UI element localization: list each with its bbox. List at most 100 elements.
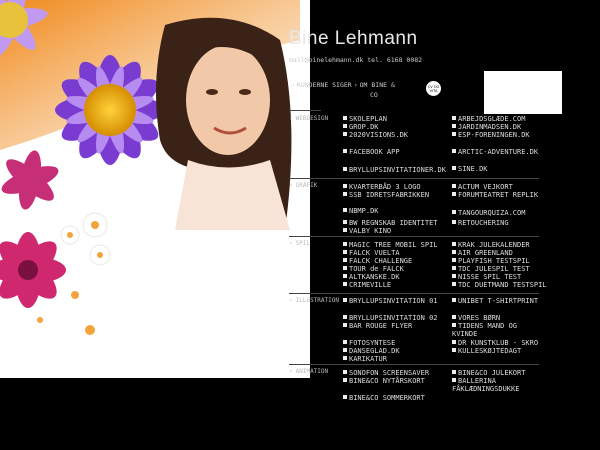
link-item[interactable]: SINE.DK — [452, 165, 488, 173]
link-label: CRIMEVILLE — [349, 281, 392, 289]
link-item[interactable]: TANGOURQUIZA.COM — [452, 209, 525, 217]
link-label: ACTUM VEJKORT — [458, 183, 513, 191]
bullet-icon — [343, 274, 347, 278]
nav-about-link-line2[interactable]: CO — [370, 91, 378, 99]
link-label: ARBEJDSGLÆDE.COM — [458, 115, 526, 123]
section-spil[interactable]: › SPIL — [289, 240, 310, 247]
link-item[interactable]: KVARTERBÅD 3 LOGO — [343, 183, 421, 191]
bullet-icon — [343, 258, 347, 262]
link-item[interactable]: VALBY KINO — [343, 227, 391, 235]
bullet-icon — [343, 242, 347, 246]
bullet-icon — [452, 378, 456, 382]
link-item[interactable]: NBMP.DK — [343, 207, 379, 215]
bullet-icon — [452, 274, 456, 278]
bullet-icon — [343, 370, 347, 374]
link-label: KVARTERBÅD 3 LOGO — [349, 183, 421, 191]
link-label: VALBY KINO — [349, 227, 392, 235]
link-item[interactable]: TDC DUETMAND TESTSPIL — [452, 281, 547, 289]
nav-customers-link[interactable]: KUNDERNE SIGER — [297, 81, 352, 89]
link-item[interactable]: BINE&CO NYTÅRSKORT — [343, 377, 425, 385]
link-item[interactable]: VORES BØRN — [452, 314, 500, 322]
link-item[interactable]: ALTKANSKE.DK — [343, 273, 400, 281]
nav-about-link[interactable]: OM BINE & — [360, 81, 395, 89]
bullet-icon — [452, 258, 456, 262]
link-label: KRAK JULEKALENDER — [458, 241, 530, 249]
section-grafik[interactable]: › GRAFIK — [289, 182, 317, 189]
bullet-icon — [343, 266, 347, 270]
section-divider — [289, 110, 321, 111]
link-item[interactable]: BRYLLUPSINVITATIONER.DK — [343, 166, 446, 174]
bullet-icon — [343, 208, 347, 212]
link-item[interactable]: 2020VISIONS.DK — [343, 131, 408, 139]
bullet-icon — [343, 167, 347, 171]
bullet-icon — [343, 378, 347, 382]
hero-image — [0, 0, 310, 378]
link-item[interactable]: BINE&CO JULEKORT — [452, 369, 525, 377]
link-item[interactable]: CRIMEVILLE — [343, 281, 391, 289]
link-label: BRYLLUPSINVITATION 01 — [349, 297, 438, 305]
bullet-icon — [343, 228, 347, 232]
link-item[interactable]: RETOUCHERING — [452, 219, 509, 227]
link-item[interactable]: FORUMTEATRET REPLIK — [452, 191, 540, 199]
link-item[interactable]: FALCK VUELTA — [343, 249, 400, 257]
link-item[interactable]: TDC JULESPIL TEST — [452, 265, 530, 273]
link-item[interactable]: TIDENS MAND OG KVINDE — [452, 322, 540, 338]
section-divider — [289, 236, 539, 237]
link-item[interactable]: FACEBOOK APP — [343, 148, 400, 156]
section-animation[interactable]: › ANIMATION — [289, 368, 328, 375]
link-label: 2020VISIONS.DK — [349, 131, 409, 139]
bullet-icon — [343, 315, 347, 319]
link-item[interactable]: BINE&CO SOMMERKORT — [343, 394, 425, 402]
bullet-icon — [452, 124, 456, 128]
link-item[interactable]: JARDINMADSEN.DK — [452, 123, 521, 131]
link-item[interactable]: ACTUM VEJKORT — [452, 183, 513, 191]
top-nav: › KUNDERNE SIGER › OM BINE & — [289, 81, 395, 89]
link-label: MAGIC TREE MOBIL SPIL — [349, 241, 438, 249]
section-label: GRAFIK — [295, 182, 318, 189]
link-item[interactable]: SSB IDRETSFABRIKKEN — [343, 191, 429, 199]
link-label: RETOUCHERING — [458, 219, 509, 227]
link-item[interactable]: ESP-FORENINGEN.DK — [452, 131, 540, 139]
link-item[interactable]: SONOFON SCREENSAVER — [343, 369, 429, 377]
bullet-icon — [452, 348, 456, 352]
link-label: BRYLLUPSINVITATION 02 — [349, 314, 438, 322]
link-item[interactable]: NISSE SPIL TEST — [452, 273, 521, 281]
link-label: DR KUNSTKLUB - SKRO — [458, 339, 539, 347]
section-illustration[interactable]: › ILLUSTRATION — [289, 297, 339, 304]
link-item[interactable]: TOUR de FALCK — [343, 265, 404, 273]
section-label: WEBDESIGN — [295, 115, 329, 122]
link-item[interactable]: MAGIC TREE MOBIL SPIL — [343, 241, 438, 249]
link-item[interactable]: DR KUNSTKLUB - SKRO — [452, 339, 538, 347]
section-webdesign[interactable]: › WEBDESIGN — [289, 115, 328, 122]
link-item[interactable]: FOTOSYNTESE — [343, 339, 395, 347]
link-label: BW REGNSKAB IDENTITET — [349, 219, 438, 227]
cv-badge[interactable]: CV OG VITA — [426, 81, 441, 96]
bullet-icon — [452, 184, 456, 188]
link-item[interactable]: BAR ROUGE FLYER — [343, 322, 412, 330]
link-item[interactable]: BW REGNSKAB IDENTITET — [343, 219, 438, 227]
link-item[interactable]: BRYLLUPSINVITATION 01 — [343, 297, 438, 305]
link-item[interactable]: ARCTIC-ADVENTURE.DK — [452, 148, 540, 156]
link-item[interactable]: KULLESKØJTEDAGT — [452, 347, 521, 355]
link-item[interactable]: BALLERINA FÅKLÆDNINGSDUKKE — [452, 377, 540, 393]
link-label: FOTOSYNTESE — [349, 339, 396, 347]
link-item[interactable]: PLAYFISH TESTSPIL — [452, 257, 530, 265]
link-label: TOUR de FALCK — [349, 265, 404, 273]
link-label: BALLERINA FÅKLÆDNINGSDUKKE — [452, 377, 520, 393]
link-item[interactable]: UNIBET T-SHIRTPRINT — [452, 297, 540, 305]
link-item[interactable]: KRAK JULEKALENDER — [452, 241, 530, 249]
link-item[interactable]: DANSEGLAD.DK — [343, 347, 400, 355]
link-item[interactable]: SKOLEPLAN — [343, 115, 387, 123]
bullet-icon — [343, 282, 347, 286]
link-item[interactable]: AIR GREENLAND — [452, 249, 513, 257]
link-label: FACEBOOK APP — [349, 148, 400, 156]
link-item[interactable]: KARIKATUR — [343, 355, 387, 363]
link-item[interactable]: ARBEJDSGLÆDE.COM — [452, 115, 525, 123]
link-label: BINE&CO JULEKORT — [458, 369, 526, 377]
contact-info[interactable]: mail@binelehmann.dk tel. 6168 0082 — [289, 56, 422, 64]
link-item[interactable]: FALCK CHALLENGE — [343, 257, 412, 265]
bullet-icon — [343, 192, 347, 196]
link-item[interactable]: GROP.DK — [343, 123, 379, 131]
blank-panel — [484, 71, 562, 114]
link-item[interactable]: BRYLLUPSINVITATION 02 — [343, 314, 438, 322]
